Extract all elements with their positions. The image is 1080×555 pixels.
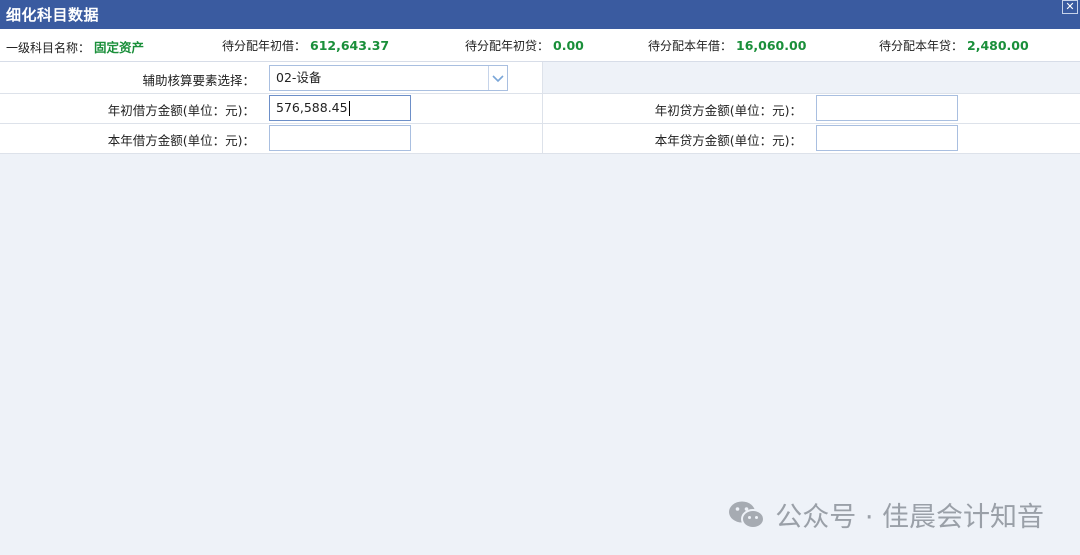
- watermark-text: 公众号 · 佳晨会计知音: [775, 502, 1044, 533]
- aux-select-value: 02-设备: [276, 70, 322, 85]
- opening-debit-value: 576,588.45: [276, 100, 348, 115]
- opening-credit-label: 年初贷方金额(单位：元)：: [654, 103, 802, 118]
- summary-value: 16,060.00: [736, 38, 807, 53]
- detail-form: 辅助核算要素选择： 02-设备 年初借方金额(单位：元)： 576,588.45…: [0, 62, 1080, 154]
- window-title: 细化科目数据: [6, 6, 100, 24]
- summary-label: 一级科目名称：: [6, 41, 91, 55]
- column-divider: [542, 62, 543, 154]
- opening-debit-input[interactable]: 576,588.45: [269, 95, 411, 121]
- summary-value: 612,643.37: [310, 38, 390, 53]
- aux-select[interactable]: 02-设备: [269, 65, 508, 91]
- summary-label: 待分配本年借：: [648, 39, 733, 53]
- summary-bar: 一级科目名称： 固定资产 待分配年初借： 612,643.37 待分配年初贷： 0.0…: [0, 29, 1080, 62]
- text-caret: [348, 101, 350, 116]
- opening-credit-input[interactable]: [816, 95, 958, 121]
- form-row-current: 本年借方金额(单位：元)： 本年贷方金额(单位：元)：: [0, 123, 1080, 154]
- summary-item-current-debit: 待分配本年借： 16,060.00: [648, 37, 806, 54]
- form-row-opening: 年初借方金额(单位：元)： 576,588.45 年初贷方金额(单位：元)：: [0, 93, 1080, 124]
- summary-label: 待分配本年贷：: [879, 39, 964, 53]
- summary-value: 2,480.00: [967, 38, 1029, 53]
- aux-label: 辅助核算要素选择：: [142, 73, 255, 88]
- close-icon[interactable]: ✕: [1062, 0, 1078, 14]
- summary-item-opening-credit: 待分配年初贷： 0.00: [465, 37, 584, 54]
- summary-item-opening-debit: 待分配年初借： 612,643.37: [222, 37, 389, 54]
- current-credit-label: 本年贷方金额(单位：元)：: [654, 133, 802, 148]
- summary-item-current-credit: 待分配本年贷： 2,480.00: [879, 37, 1029, 54]
- watermark: 公众号 · 佳晨会计知音: [727, 495, 1044, 533]
- summary-label: 待分配年初借：: [222, 39, 307, 53]
- form-row-aux: 辅助核算要素选择： 02-设备: [0, 62, 1080, 94]
- summary-item-subject: 一级科目名称： 固定资产: [6, 37, 144, 56]
- current-credit-input[interactable]: [816, 125, 958, 151]
- wechat-icon: [727, 499, 767, 538]
- current-debit-label: 本年借方金额(单位：元)：: [107, 133, 255, 148]
- summary-value: 固定资产: [94, 40, 145, 55]
- summary-label: 待分配年初贷：: [465, 39, 550, 53]
- window-titlebar: 细化科目数据 ✕: [0, 0, 1080, 29]
- opening-debit-label: 年初借方金额(单位：元)：: [107, 103, 255, 118]
- chevron-down-icon[interactable]: [488, 66, 507, 90]
- summary-value: 0.00: [553, 38, 584, 53]
- current-debit-input[interactable]: [269, 125, 411, 151]
